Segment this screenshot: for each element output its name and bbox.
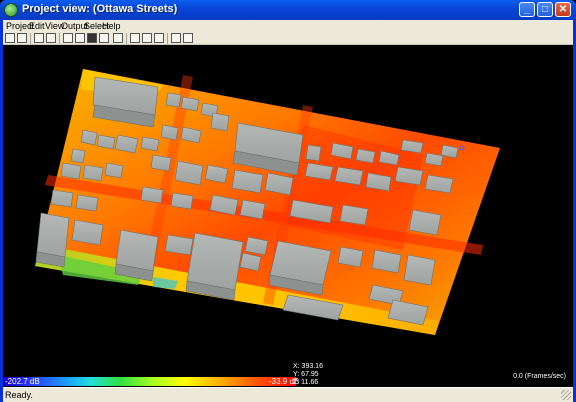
camera-icon[interactable]: [87, 33, 97, 43]
toolbar-separator: [167, 33, 168, 44]
building: [140, 186, 164, 204]
toolbar-separator: [30, 33, 31, 44]
building: [36, 212, 70, 258]
building: [75, 194, 99, 212]
building: [186, 232, 244, 291]
coordinate-readout: X: 393.16 Y: 67.95 Z: 11.66: [293, 363, 323, 387]
building: [104, 162, 124, 179]
building: [160, 124, 179, 141]
toolbar: [3, 32, 573, 45]
app-icon: [4, 3, 18, 17]
render-icon[interactable]: [99, 33, 109, 43]
coord-y: Y: 67.95: [293, 371, 319, 378]
maximize-button[interactable]: □: [537, 2, 553, 17]
color-scale-legend: [3, 377, 296, 386]
status-bar: Ready.: [3, 387, 573, 402]
settings-icon[interactable]: [183, 33, 193, 43]
building: [210, 112, 230, 132]
solid-icon[interactable]: [113, 33, 123, 43]
coord-z: Z: 11.66: [293, 379, 319, 386]
building: [70, 148, 86, 164]
legend-min-label: -202.7 dB: [5, 377, 40, 386]
arrow-right-icon[interactable]: [130, 33, 140, 43]
building: [80, 129, 98, 146]
chart-icon[interactable]: [154, 33, 164, 43]
menu-help[interactable]: Help: [100, 20, 123, 32]
building: [50, 189, 74, 208]
fps-readout: 0.0 (Frames/sec): [513, 373, 566, 380]
close-button[interactable]: ✕: [555, 2, 571, 17]
building: [82, 164, 104, 182]
status-text: Ready.: [5, 390, 33, 400]
resize-grip-icon[interactable]: [561, 390, 571, 400]
open-icon[interactable]: [17, 33, 27, 43]
building: [115, 229, 159, 272]
city-heatmap: [35, 69, 500, 335]
box-icon[interactable]: [75, 33, 85, 43]
toolbar-separator: [59, 33, 60, 44]
legend-area: -202.7 dB -33.9 dB: [3, 375, 573, 387]
minimize-button[interactable]: _: [519, 2, 535, 17]
building: [150, 154, 172, 172]
wireframe-icon[interactable]: [63, 33, 73, 43]
view-icon[interactable]: [46, 33, 56, 43]
app-window: Project view: (Ottawa Streets) _ □ ✕ Pro…: [0, 0, 576, 402]
coord-x: X: 393.16: [293, 363, 323, 370]
3d-viewport[interactable]: [3, 45, 573, 375]
save-icon[interactable]: [34, 33, 44, 43]
open-project-icon[interactable]: [5, 33, 15, 43]
building: [170, 192, 194, 210]
menu-bar: Project Edit View Output Select Help: [3, 20, 573, 32]
title-bar[interactable]: Project view: (Ottawa Streets) _ □ ✕: [0, 0, 576, 20]
window-title: Project view: (Ottawa Streets): [22, 3, 178, 15]
toolbar-separator: [126, 33, 127, 44]
arrow-both-icon[interactable]: [142, 33, 152, 43]
building: [60, 162, 82, 180]
building: [403, 254, 436, 286]
building: [165, 92, 182, 108]
building: [305, 144, 322, 162]
grid-icon[interactable]: [171, 33, 181, 43]
